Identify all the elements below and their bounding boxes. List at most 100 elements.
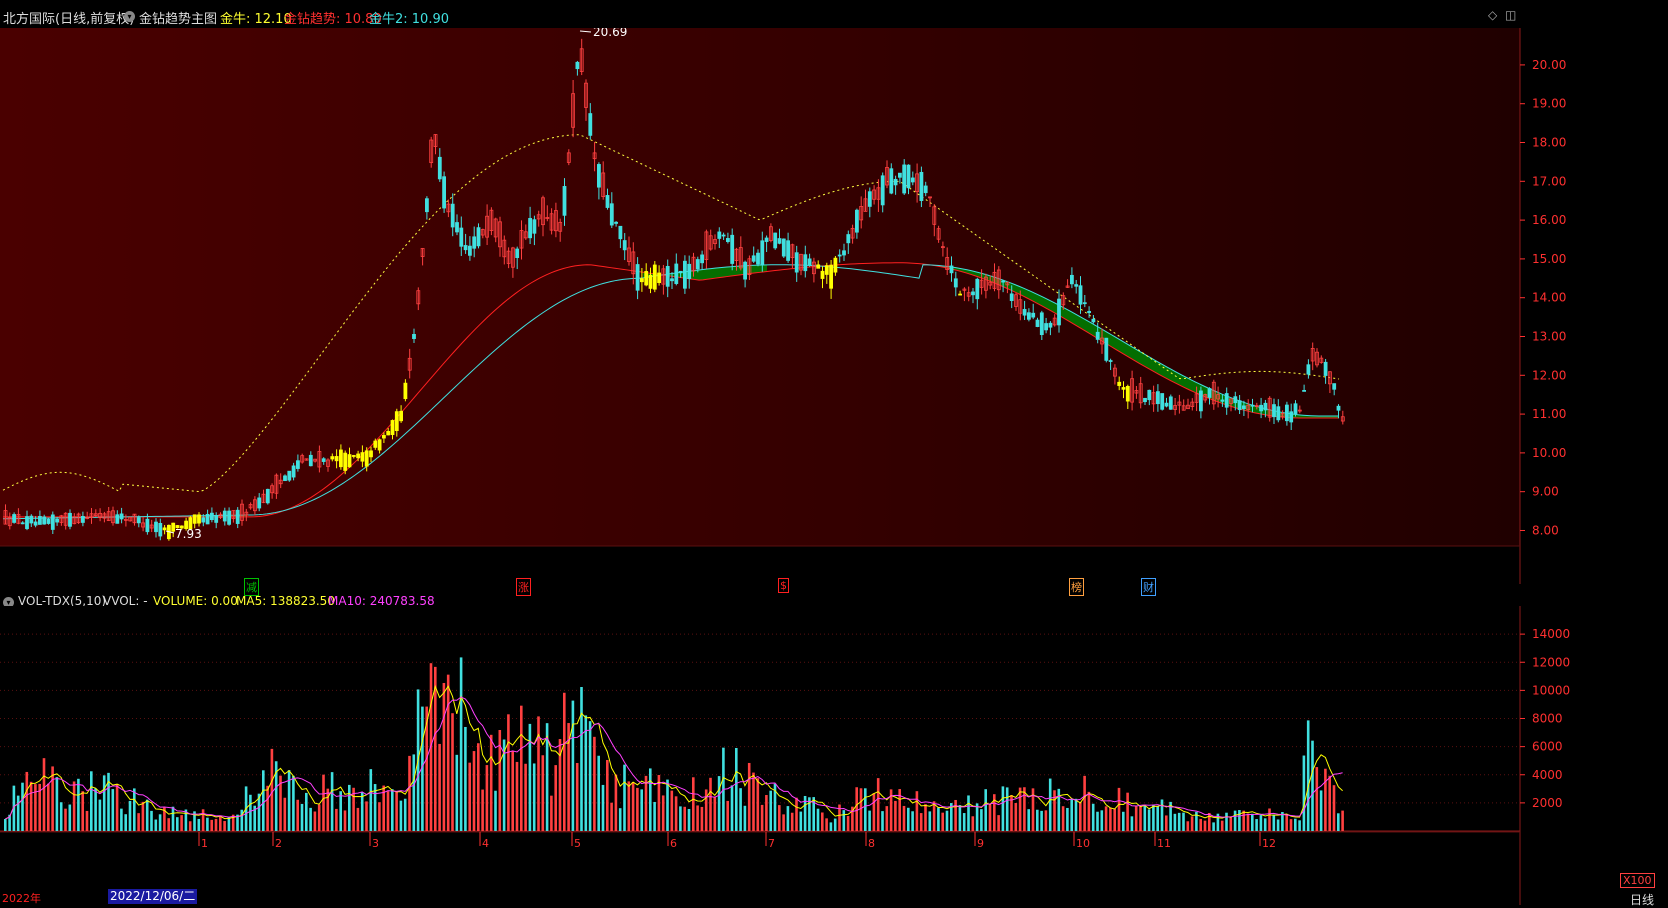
candle-body — [867, 191, 872, 207]
candle-body — [605, 195, 610, 208]
candle-body — [373, 440, 378, 448]
volume-bar — [1242, 810, 1245, 831]
volume-bar — [1061, 806, 1065, 831]
price-chart[interactable]: 8.00 9.00 10.00 11.00 12.00 13.00 14.00 15.00 16… — [0, 28, 1668, 584]
volume-bar — [717, 776, 721, 831]
volume-bar — [1272, 814, 1276, 831]
candle-body — [833, 257, 838, 273]
candle-body — [618, 225, 623, 240]
candle-body — [68, 512, 72, 527]
high-price-label: 20.69 — [593, 28, 627, 39]
volume-bar — [34, 784, 37, 831]
volume-bar — [1117, 787, 1121, 831]
volume-bar — [201, 809, 205, 831]
candle-body — [1048, 322, 1053, 328]
volume-bar — [171, 806, 175, 831]
volume-bar — [726, 800, 729, 831]
candle-body — [764, 237, 769, 242]
volume-bar — [1311, 740, 1314, 831]
volume-bar — [747, 762, 751, 831]
candle-body — [1168, 396, 1173, 410]
volume-bar — [894, 800, 897, 831]
volume-chart[interactable]: 20004000600080001000012000140001 2 3 4 5 6 7 8 9… — [0, 606, 1668, 905]
jinzuan-value: 金钻趋势: 10.80 — [284, 12, 382, 27]
month-label: 10 — [1076, 837, 1090, 850]
candle-body — [971, 291, 975, 296]
volume-bar — [1337, 813, 1340, 831]
candle — [166, 524, 171, 541]
month-label: 4 — [482, 837, 489, 850]
volume-bar — [391, 789, 394, 831]
volume-bar — [188, 821, 192, 831]
volume-bar — [124, 814, 127, 831]
candle-body — [902, 164, 907, 194]
candle-body — [640, 278, 644, 283]
volume-bar — [120, 808, 123, 831]
volume-bar — [1130, 816, 1134, 831]
candle-body — [665, 265, 670, 287]
volume-tick-label: 14000 — [1532, 627, 1570, 641]
volume-bar — [455, 754, 459, 831]
volume-bar — [752, 772, 755, 831]
volume-bar — [907, 807, 910, 831]
candle-body — [1039, 312, 1044, 336]
candle-body — [136, 517, 141, 524]
period-label[interactable]: 日线 — [1630, 891, 1654, 908]
candle-body — [1259, 404, 1263, 412]
candle-body — [678, 270, 683, 274]
volume-bar — [1040, 810, 1043, 831]
candle-body — [381, 435, 386, 439]
volume-bar — [240, 809, 244, 831]
volume-bar — [864, 788, 867, 831]
stock-title[interactable]: 北方国际(日线,前复权) — [3, 8, 134, 27]
volume-bar — [618, 808, 622, 831]
volume-tick-label: 8000 — [1532, 712, 1563, 726]
candle-body — [1070, 274, 1074, 285]
candle-body — [20, 522, 25, 525]
volume-bar — [911, 811, 914, 831]
candle-body — [910, 177, 915, 183]
volume-bar — [1319, 790, 1323, 831]
volume-bar — [1087, 791, 1091, 831]
candle-body — [880, 175, 885, 206]
candle-body — [192, 514, 197, 524]
volume-bar — [554, 765, 557, 831]
volume-bar — [941, 812, 944, 831]
candle-body — [476, 227, 481, 247]
volume-bar — [395, 791, 398, 831]
candle-body — [1143, 397, 1147, 403]
candle-body — [390, 420, 395, 436]
volume-bar — [408, 755, 411, 831]
diamond-icon[interactable]: ◇ — [1488, 8, 1497, 22]
month-label: 1 — [201, 837, 208, 850]
candle-body — [949, 265, 954, 274]
volume-bar — [997, 815, 1000, 831]
volume-bar — [1001, 786, 1005, 831]
candle-body — [528, 218, 532, 239]
candle-body — [1224, 393, 1229, 408]
volume-bar — [988, 804, 992, 831]
volume-bar — [1294, 818, 1297, 831]
volume-bar — [799, 811, 803, 831]
candle-body — [257, 497, 262, 509]
volume-bar — [223, 821, 226, 831]
price-tick-label: 18.00 — [1532, 136, 1566, 150]
candle-body — [824, 265, 829, 275]
indicator-name[interactable]: 金钻趋势主图 — [139, 8, 217, 27]
volume-bar — [954, 799, 957, 831]
candle-body — [424, 198, 429, 213]
candle-body — [1044, 323, 1048, 331]
volume-bar — [984, 789, 987, 831]
volume-bar — [115, 783, 119, 831]
candle-body — [695, 259, 700, 270]
volume-bar — [919, 813, 923, 831]
volume-bar — [593, 736, 596, 831]
candle-body — [1250, 404, 1255, 407]
candle-body — [751, 255, 756, 262]
volume-bar — [1324, 768, 1327, 831]
candle-body — [265, 488, 270, 504]
volume-bar — [29, 781, 33, 831]
candle-body — [1108, 360, 1113, 362]
window-toggle-icon[interactable]: ◫ — [1505, 8, 1516, 22]
indicator-toggle-icon[interactable]: ▾ — [124, 8, 135, 23]
